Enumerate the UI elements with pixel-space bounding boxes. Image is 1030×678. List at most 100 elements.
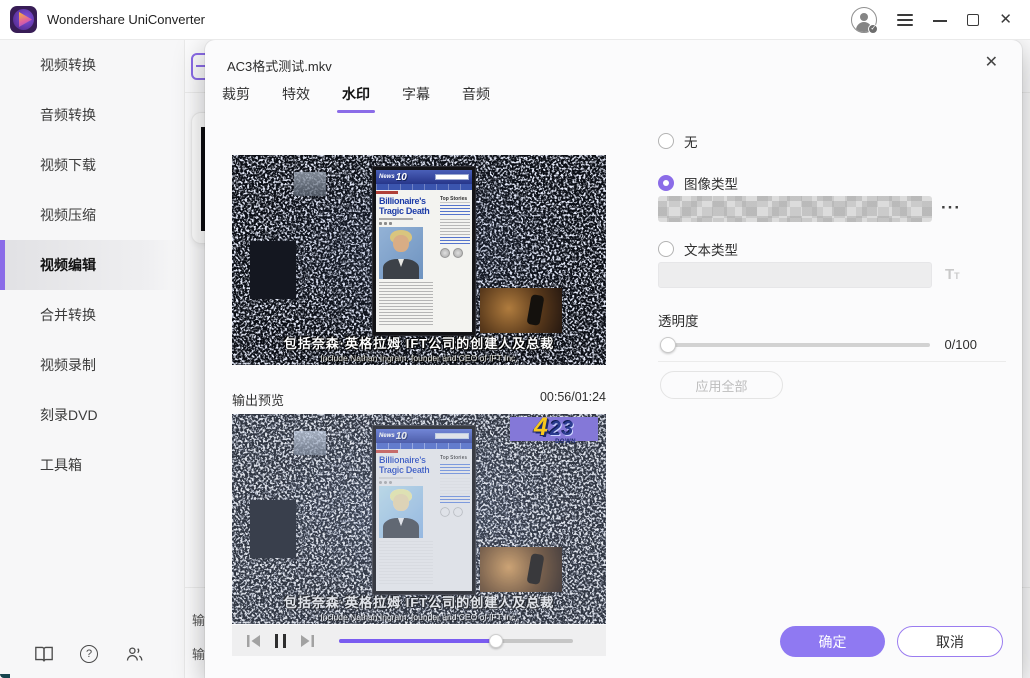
tab-audio[interactable]: 音频 — [462, 84, 490, 113]
account-avatar[interactable]: ✓ — [851, 7, 877, 33]
news-logo-word: News — [379, 433, 395, 439]
tab-subtitle[interactable]: 字幕 — [402, 84, 430, 113]
apply-all-button[interactable]: 应用全部 — [660, 371, 783, 399]
video-frame: News 10 Billionaire's Tragic Death — [232, 414, 606, 624]
app-window: Wondershare UniConverter ✓ ✕ 视频转换 音频转换 视… — [0, 0, 1030, 678]
webpage-sidebar-text — [440, 219, 470, 235]
sidebar-item-video-compress[interactable]: 视频压缩 — [0, 190, 184, 240]
step-forward-button[interactable] — [299, 634, 315, 648]
webpage-body-text — [379, 282, 433, 326]
cancel-button[interactable]: 取消 — [897, 626, 1003, 657]
watermark-text-radio[interactable]: 文本类型 — [658, 239, 738, 259]
playback-time: 00:56/01:24 — [232, 390, 606, 404]
webpage-link-list — [440, 464, 470, 476]
maximize-icon[interactable] — [967, 14, 979, 26]
webpage-headline: Billionaire's Tragic Death — [379, 196, 437, 216]
pause-button[interactable] — [275, 634, 286, 648]
progress-slider[interactable] — [339, 639, 573, 643]
news-logo-number: 10 — [396, 172, 407, 183]
webpage-link-list-2 — [440, 496, 470, 504]
options-divider — [658, 361, 1006, 362]
news-logo-word: News — [379, 174, 395, 180]
webpage-monitor: News 10 Billionaire's Tragic Death — [372, 166, 476, 336]
sidebar-item-audio-convert[interactable]: 音频转换 — [0, 90, 184, 140]
sidebar-item-burn-dvd[interactable]: 刻录DVD — [0, 390, 184, 440]
background-mini-screen — [294, 431, 326, 455]
opacity-label: 透明度 — [658, 310, 699, 330]
radio-circle-selected[interactable] — [658, 175, 674, 191]
sidebar-item-video-convert[interactable]: 视频转换 — [0, 40, 184, 90]
sidebar-item-toolbox[interactable]: 工具箱 — [0, 440, 184, 490]
webpage-headline: Billionaire's Tragic Death — [379, 455, 437, 475]
font-settings-icon[interactable]: TT — [945, 266, 960, 283]
avatar-check-badge: ✓ — [868, 24, 878, 34]
webpage-link-list-2 — [440, 237, 470, 245]
sidebar-item-merge-convert[interactable]: 合并转换 — [0, 290, 184, 340]
progress-handle[interactable] — [489, 634, 503, 648]
watermark-digit-4: 4 — [534, 415, 548, 440]
sidebar-item-video-edit[interactable]: 视频编辑 — [0, 240, 184, 290]
browse-more-button[interactable]: ··· — [941, 198, 961, 218]
contact-us-icon[interactable] — [124, 644, 144, 664]
user-guide-book-icon[interactable] — [34, 644, 54, 664]
tab-effects[interactable]: 特效 — [282, 84, 310, 113]
video-frame: News 10 Billionaire's Tragic Death — [232, 155, 606, 365]
watermark-text-input[interactable] — [658, 262, 932, 288]
subtitle-chinese: 包括奈森·英格拉姆 IFT公司的创建人及总裁 — [232, 333, 606, 352]
secondary-scene-inset — [480, 547, 562, 592]
window-close-icon[interactable]: ✕ — [999, 12, 1012, 27]
webpage-navbar — [376, 184, 472, 190]
background-mini-screen — [294, 172, 326, 196]
playback-controls — [232, 625, 606, 656]
subtitle-english: Include Nathan Ingram, founder and CEO o… — [232, 612, 606, 622]
step-back-button[interactable] — [246, 634, 262, 648]
webpage-byline — [379, 218, 413, 220]
hamburger-menu-icon[interactable] — [897, 14, 913, 26]
webpage-sidebar-text — [440, 478, 470, 494]
background-dark-panel — [250, 241, 296, 299]
news-webpage: News 10 Billionaire's Tragic Death — [376, 429, 472, 591]
edit-dialog: AC3格式测试.mkv ✕ 裁剪 特效 水印 字幕 音频 原始预览 News 1… — [205, 40, 1022, 678]
output-preview-video: News 10 Billionaire's Tragic Death — [232, 414, 606, 624]
opacity-value: 0/100 — [845, 337, 977, 352]
subtitle-chinese: 包括奈森·英格拉姆 IFT公司的创建人及总裁 — [232, 592, 606, 611]
webpage-header: News 10 — [376, 429, 472, 443]
webpage-navbar — [376, 443, 472, 449]
sidebar-item-screen-record[interactable]: 视频录制 — [0, 340, 184, 390]
radio-circle[interactable] — [658, 241, 674, 257]
minimize-icon[interactable] — [933, 20, 947, 22]
watermark-image-radio[interactable]: 图像类型 — [658, 173, 738, 193]
watermark-down-text: DOWN — [555, 439, 576, 445]
app-title: Wondershare UniConverter — [47, 12, 205, 27]
webpage-top-stories-heading: Top Stories — [440, 196, 470, 203]
app-logo-icon — [10, 6, 37, 33]
original-preview-video: News 10 Billionaire's Tragic Death — [232, 155, 606, 365]
webpage-portrait-photo — [379, 227, 423, 279]
webpage-thumbnails — [440, 248, 470, 258]
dialog-title: AC3格式测试.mkv — [227, 56, 332, 75]
webpage-monitor: News 10 Billionaire's Tragic Death — [372, 425, 476, 595]
webpage-link-list — [440, 205, 470, 217]
opacity-handle[interactable] — [660, 337, 676, 353]
ok-button[interactable]: 确定 — [780, 626, 885, 657]
webpage-portrait-photo — [379, 486, 423, 538]
tab-watermark[interactable]: 水印 — [342, 84, 370, 113]
dialog-tabs: 裁剪 特效 水印 字幕 音频 — [222, 84, 490, 113]
progress-fill — [339, 639, 496, 643]
webpage-byline — [379, 477, 413, 479]
webpage-search-box — [435, 174, 469, 180]
watermark-digits-23: 23 — [550, 418, 574, 440]
window-corner-artifact — [0, 674, 10, 678]
webpage-thumbnails — [440, 507, 470, 517]
dialog-close-icon[interactable]: ✕ — [985, 52, 998, 72]
help-icon[interactable]: ? — [79, 644, 99, 664]
webpage-social-icons — [379, 481, 437, 484]
tab-crop[interactable]: 裁剪 — [222, 84, 250, 113]
sidebar-item-video-download[interactable]: 视频下载 — [0, 140, 184, 190]
radio-circle[interactable] — [658, 133, 674, 149]
secondary-scene-inset — [480, 288, 562, 333]
subtitle-english: Include Nathan Ingram, founder and CEO o… — [232, 353, 606, 363]
image-path-input-blurred[interactable] — [658, 196, 932, 222]
watermark-none-radio[interactable]: 无 — [658, 131, 698, 151]
webpage-top-stories-heading: Top Stories — [440, 455, 470, 462]
